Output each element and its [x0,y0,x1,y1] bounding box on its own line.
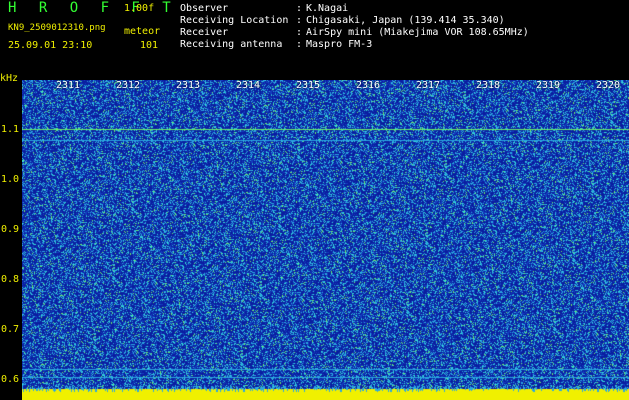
receiver-label: Receiver [180,27,229,38]
observation-datetime: 25.09.01 23:10 [8,40,93,51]
file-name: KN9_2509012310.png [8,23,106,33]
receiver-value: AirSpy mini (Miakejima VOR 108.65MHz) [306,27,529,38]
location-label: Receiving Location [180,15,289,26]
y-tick-1.1: 1.1 [1,124,20,135]
y-tick-0.9: 0.9 [1,224,20,235]
time-tick-2311: 2311 [56,80,81,91]
time-tick-2313: 2313 [176,80,201,91]
observer-value: K.Nagai [306,3,349,14]
time-tick-2319: 2319 [536,80,561,91]
hrofft-window: H R O F F T 1.00f KN9_2509012310.png met… [0,0,629,400]
time-tick-2316: 2316 [356,80,381,91]
spectrogram-canvas [22,80,629,400]
receiver-colon: : [296,27,303,38]
time-tick-2314: 2314 [236,80,261,91]
app-version: 1.00f [124,3,155,14]
observation-mode: meteor [124,26,161,37]
y-tick-1.0: 1.0 [1,174,20,185]
time-tick-2320: 2320 [596,80,621,91]
time-tick-2318: 2318 [476,80,501,91]
location-colon: : [296,15,303,26]
antenna-value: Maspro FM-3 [306,39,373,50]
location-value: Chigasaki, Japan (139.414 35.340) [306,15,505,26]
y-tick-0.8: 0.8 [1,274,20,285]
observer-label: Observer [180,3,229,14]
time-tick-2315: 2315 [296,80,321,91]
time-tick-2317: 2317 [416,80,441,91]
y-tick-0.7: 0.7 [1,324,20,335]
echo-count: 101 [140,40,159,51]
observer-colon: : [296,3,303,14]
frequency-unit-label: kHz [0,73,19,84]
antenna-label: Receiving antenna [180,39,283,50]
antenna-colon: : [296,39,303,50]
y-tick-0.6: 0.6 [1,374,20,385]
time-tick-2312: 2312 [116,80,141,91]
